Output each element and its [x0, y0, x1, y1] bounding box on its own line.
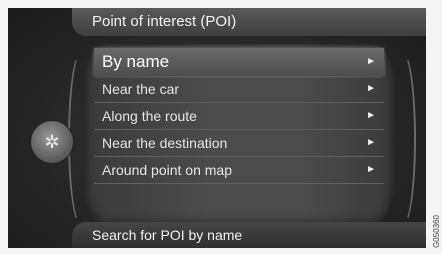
menu-item-around-point-on-map[interactable]: Around point on map ► [94, 157, 384, 184]
menu-item-near-the-destination[interactable]: Near the destination ► [94, 130, 384, 157]
help-text: Search for POI by name [92, 227, 243, 243]
menu-item-by-name[interactable]: By name ► [94, 48, 384, 76]
chevron-right-icon: ► [366, 56, 376, 67]
menu-item-label: Around point on map [102, 162, 232, 178]
chevron-right-icon: ► [366, 110, 376, 121]
chevron-right-icon: ► [366, 137, 376, 148]
menu-item-label: By name [102, 52, 170, 71]
chevron-right-icon: ► [366, 83, 376, 94]
nav-screen: Point of interest (POI) ✲ By name ► Near… [8, 8, 426, 248]
header-bar: Point of interest (POI) [72, 8, 426, 36]
menu-item-along-the-route[interactable]: Along the route ► [94, 103, 384, 130]
footer-bar: Search for POI by name [72, 222, 426, 248]
menu-item-near-the-car[interactable]: Near the car ► [94, 76, 384, 103]
chevron-right-icon: ► [366, 164, 376, 175]
menu-item-label: Near the destination [102, 135, 228, 151]
poi-menu: By name ► Near the car ► Along the route… [94, 48, 384, 184]
page-title: Point of interest (POI) [92, 13, 237, 30]
image-id-watermark: G050360 [432, 215, 441, 248]
menu-item-label: Near the car [102, 81, 180, 97]
right-arc-decoration [390, 52, 416, 226]
menu-item-label: Along the route [102, 108, 197, 124]
compass-knob[interactable]: ✲ [30, 120, 74, 164]
compass-icon: ✲ [44, 132, 60, 152]
